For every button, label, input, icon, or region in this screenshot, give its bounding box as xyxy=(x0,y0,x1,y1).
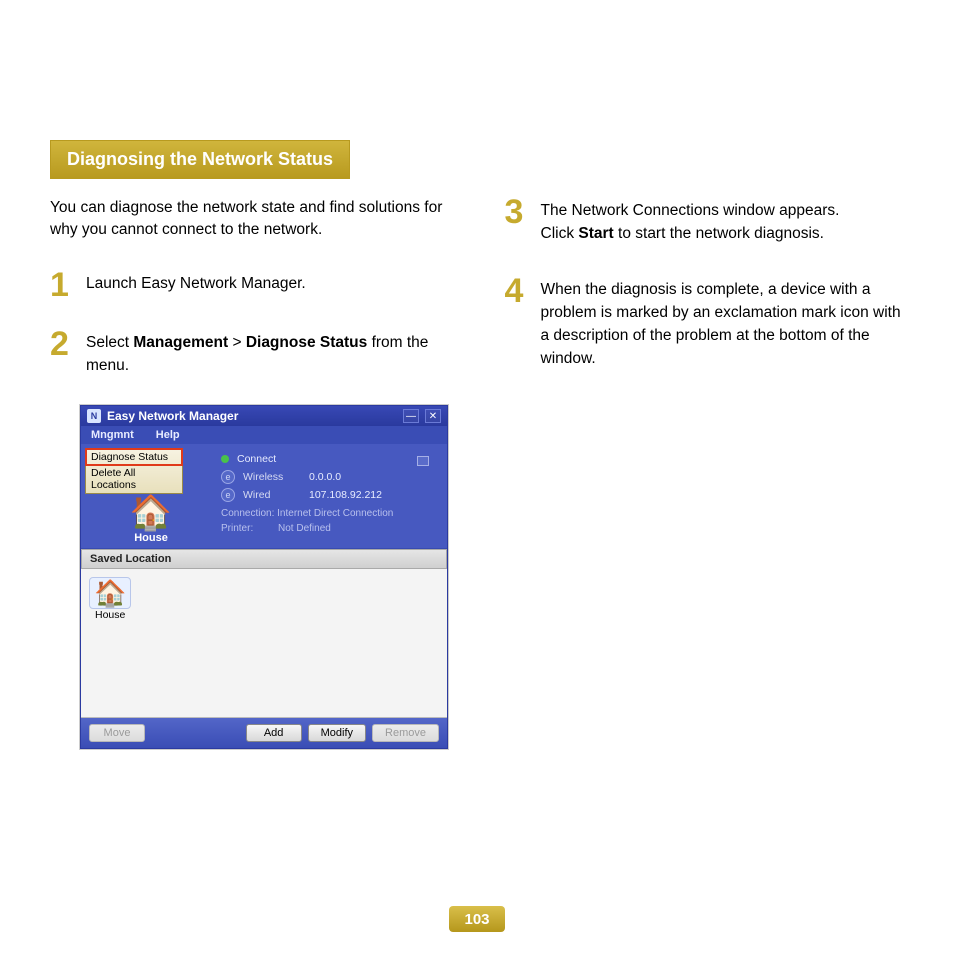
expand-icon[interactable] xyxy=(417,456,429,466)
app-icon: N xyxy=(87,409,101,423)
step-2: 2 Select Management > Diagnose Status fr… xyxy=(50,329,450,378)
step-3: 3 The Network Connections window appears… xyxy=(505,197,905,246)
saved-item-label: House xyxy=(95,609,125,621)
step-number: 4 xyxy=(505,276,527,371)
menu-help[interactable]: Help xyxy=(156,429,180,441)
house-icon: 🏠 xyxy=(130,496,172,530)
remove-button[interactable]: Remove xyxy=(372,724,439,742)
wireless-value: 0.0.0.0 xyxy=(309,471,341,483)
wired-label: Wired xyxy=(243,489,301,501)
step-number: 1 xyxy=(50,270,72,301)
modify-button[interactable]: Modify xyxy=(308,724,366,742)
move-button[interactable]: Move xyxy=(89,724,145,742)
step-text: The Network Connections window appears. … xyxy=(541,197,840,246)
window-title: Easy Network Manager xyxy=(107,409,397,423)
step-number: 2 xyxy=(50,329,72,378)
menu-diagnose-status[interactable]: Diagnose Status xyxy=(85,448,183,466)
browser-icon: e xyxy=(221,470,235,484)
titlebar: N Easy Network Manager — ✕ xyxy=(81,406,447,426)
add-button[interactable]: Add xyxy=(246,724,302,742)
management-dropdown: Diagnose Status Delete All Locations xyxy=(85,448,183,494)
step-text: Launch Easy Network Manager. xyxy=(86,270,306,301)
connection-label: Connection: xyxy=(221,508,274,519)
step-text: Select Management > Diagnose Status from… xyxy=(86,329,450,378)
step-number: 3 xyxy=(505,197,527,246)
wireless-label: Wireless xyxy=(243,471,301,483)
status-indicator-icon xyxy=(221,455,229,463)
house-icon: 🏠 xyxy=(89,577,131,609)
browser-icon: e xyxy=(221,488,235,502)
wired-value: 107.108.92.212 xyxy=(309,489,382,501)
step-4: 4 When the diagnosis is complete, a devi… xyxy=(505,276,905,371)
saved-location-item[interactable]: 🏠 House xyxy=(89,577,131,621)
menu-management[interactable]: Mngmnt xyxy=(91,429,134,441)
saved-location-header: Saved Location xyxy=(81,549,447,569)
menubar: Mngmnt Help xyxy=(81,426,447,444)
connect-label: Connect xyxy=(237,453,276,465)
printer-label: Printer: xyxy=(221,523,253,534)
page-number: 103 xyxy=(449,906,505,932)
section-heading: Diagnosing the Network Status xyxy=(50,140,350,179)
intro-text: You can diagnose the network state and f… xyxy=(50,197,450,242)
close-button[interactable]: ✕ xyxy=(425,409,441,423)
step-1: 1 Launch Easy Network Manager. xyxy=(50,270,450,301)
minimize-button[interactable]: — xyxy=(403,409,419,423)
current-location-label: House xyxy=(134,532,168,544)
menu-delete-all-locations[interactable]: Delete All Locations xyxy=(86,465,182,493)
app-window: N Easy Network Manager — ✕ Mngmnt Help D… xyxy=(80,405,448,749)
printer-value: Not Defined xyxy=(278,523,331,534)
step-text: When the diagnosis is complete, a device… xyxy=(541,276,905,371)
connection-value: Internet Direct Connection xyxy=(277,508,393,519)
